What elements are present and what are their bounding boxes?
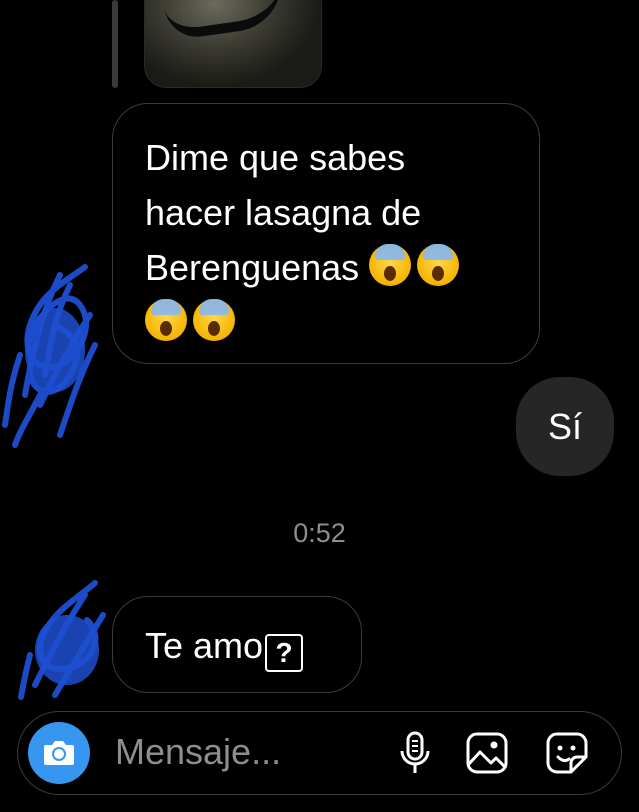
gallery-icon	[466, 732, 508, 774]
received-message-bubble[interactable]: Dime que sabes hacer lasagna de Berengue…	[112, 103, 540, 364]
sticker-icon	[546, 732, 588, 774]
replied-photo-thumbnail[interactable]	[144, 0, 322, 88]
redacted-avatar-scribble	[18, 580, 106, 700]
message-timestamp: 0:52	[293, 518, 346, 548]
sticker-button[interactable]	[544, 730, 590, 776]
message-line: Berenguenas	[145, 240, 509, 295]
camera-icon	[44, 741, 74, 765]
redacted-avatar-scribble	[2, 264, 98, 448]
message-line: hacer lasagna de	[145, 192, 422, 233]
message-text: Te amo	[145, 625, 264, 666]
sent-message-bubble[interactable]: Sí	[516, 377, 614, 476]
gallery-button[interactable]	[464, 730, 510, 776]
received-message-bubble[interactable]: Te amo?	[112, 596, 362, 693]
message-input[interactable]: Mensaje...	[115, 731, 281, 773]
microphone-icon	[400, 731, 430, 773]
microphone-button[interactable]	[392, 730, 438, 776]
message-composer: Mensaje...	[17, 711, 622, 795]
reply-quote-bar	[112, 0, 118, 88]
screaming-face-emoji	[369, 244, 412, 286]
unsupported-emoji-placeholder: ?	[265, 634, 304, 672]
screaming-face-emoji	[145, 299, 187, 341]
message-line	[145, 295, 509, 350]
camera-button[interactable]	[28, 722, 90, 784]
screaming-face-emoji	[193, 299, 235, 341]
screaming-face-emoji	[417, 244, 460, 286]
message-text: Sí	[547, 405, 582, 447]
message-line: Dime que sabes	[145, 137, 406, 178]
